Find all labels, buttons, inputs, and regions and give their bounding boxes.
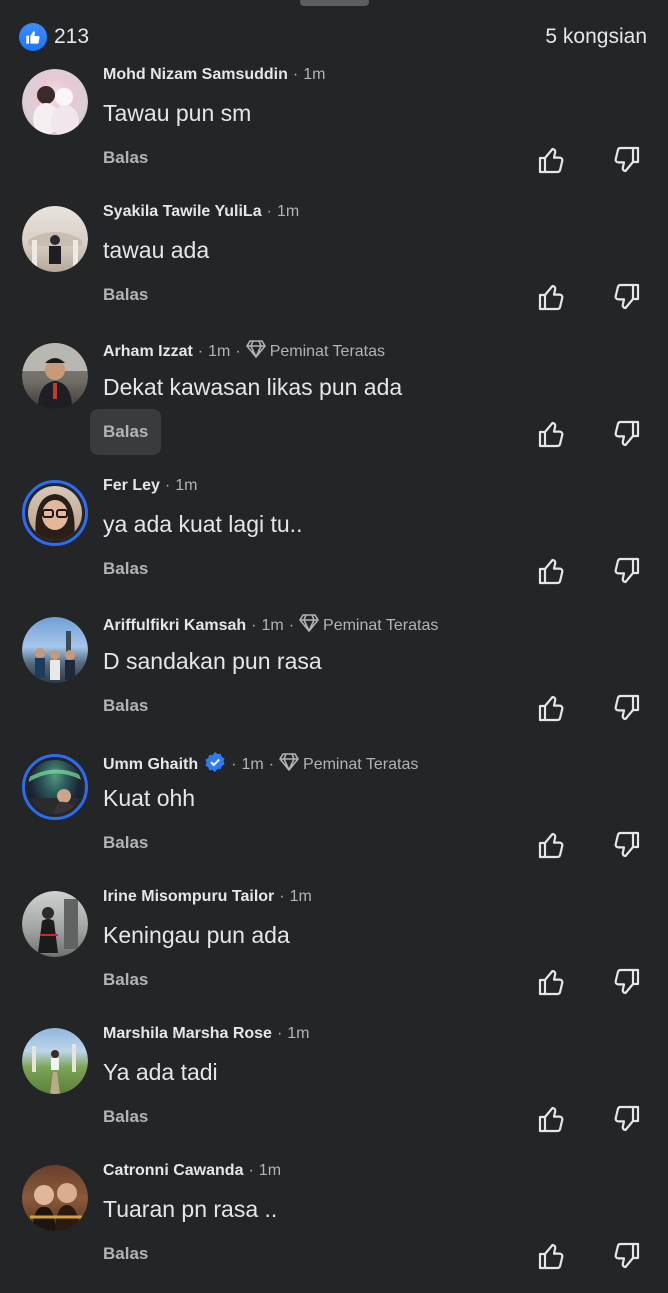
thumbs-up-icon[interactable] (535, 281, 567, 318)
comment: Irine Misompuru Tailor · 1m Keningau pun … (0, 882, 668, 1019)
comment: Umm Ghaith · 1m · Peminat Teratas Kuat oh… (0, 745, 668, 882)
reply-button[interactable]: Balas (103, 148, 148, 168)
comment-time: 1m (289, 888, 312, 905)
top-fan-badge: Peminat Teratas (303, 755, 419, 773)
comment-time: 1m (303, 66, 326, 83)
comment-text: D sandakan pun rasa (103, 648, 322, 674)
thumbs-up-icon[interactable] (535, 555, 567, 592)
diamond-icon (299, 614, 319, 637)
avatar[interactable] (22, 480, 88, 546)
like-reaction-icon[interactable] (19, 23, 47, 51)
verified-badge-icon (204, 751, 226, 778)
thumbs-down-icon[interactable] (611, 692, 643, 729)
sheet-drag-handle[interactable] (300, 0, 369, 6)
comment-text: Tuaran pn rasa .. (103, 1196, 278, 1222)
top-fan-badge: Peminat Teratas (323, 616, 439, 634)
thumbs-up-icon[interactable] (535, 829, 567, 866)
reply-button[interactable]: Balas (103, 696, 148, 716)
comment-time: 1m (258, 1162, 282, 1179)
thumbs-down-icon[interactable] (611, 1240, 643, 1277)
commenter-name[interactable]: Fer Ley (103, 477, 160, 495)
comment: Catronni Cawanda · 1m Tuaran pn rasa .. B… (0, 1156, 668, 1293)
thumbs-down-icon[interactable] (611, 966, 643, 1003)
thumbs-down-icon[interactable] (611, 144, 643, 181)
comment: Mohd Nizam Samsuddin · 1m Tawau pun sm Ba… (0, 60, 668, 197)
avatar[interactable] (22, 1028, 88, 1094)
thumbs-down-icon[interactable] (611, 829, 643, 866)
thumbs-down-icon[interactable] (611, 418, 643, 455)
commenter-name[interactable]: Irine Misompuru Tailor (103, 888, 274, 906)
avatar[interactable] (22, 617, 88, 683)
thumbs-up-icon[interactable] (535, 692, 567, 729)
comment: Ariffulfikri Kamsah · 1m · Peminat Terata… (0, 608, 668, 745)
comment-text: Dekat kawasan likas pun ada (103, 374, 403, 400)
commenter-name[interactable]: Arham Izzat (103, 343, 193, 361)
commenter-name[interactable]: Umm Ghaith (103, 756, 198, 774)
reply-button[interactable]: Balas (103, 1244, 148, 1264)
commenter-name[interactable]: Ariffulfikri Kamsah (103, 617, 246, 635)
commenter-name[interactable]: Syakila Tawile YuliLa (103, 203, 262, 221)
thumbs-up-icon[interactable] (535, 966, 567, 1003)
comment-text: Ya ada tadi (103, 1059, 218, 1085)
commenter-name[interactable]: Catronni Cawanda (103, 1162, 243, 1180)
comment: Syakila Tawile YuliLa · 1m tawau ada Bala… (0, 197, 668, 334)
comment-time: 1m (261, 616, 284, 634)
thumbs-down-icon[interactable] (611, 281, 643, 318)
avatar[interactable] (22, 343, 88, 409)
comment: Arham Izzat · 1m · Peminat Teratas Dekat … (0, 334, 668, 471)
comment: Marshila Marsha Rose · 1m Ya ada tadi Bal… (0, 1019, 668, 1156)
thumbs-up-icon[interactable] (535, 144, 567, 181)
commenter-name[interactable]: Marshila Marsha Rose (103, 1025, 272, 1043)
comment-time: 1m (287, 1025, 310, 1042)
avatar[interactable] (22, 754, 88, 820)
avatar[interactable] (22, 69, 88, 135)
thumbs-up-icon[interactable] (535, 1240, 567, 1277)
comment-list: Mohd Nizam Samsuddin · 1m Tawau pun sm Ba… (0, 60, 668, 1293)
comment-text: ya ada kuat lagi tu.. (103, 511, 303, 537)
thumbs-up-icon[interactable] (535, 418, 567, 455)
top-fan-badge: Peminat Teratas (269, 342, 386, 360)
comment-text: Kuat ohh (103, 785, 196, 811)
comment-text: Keningau pun ada (103, 922, 290, 948)
thumbs-down-icon[interactable] (611, 555, 643, 592)
reaction-count[interactable]: 213 (54, 25, 89, 49)
comment-text: Tawau pun sm (103, 100, 252, 126)
reply-button[interactable]: Balas (103, 422, 148, 442)
comment-time: 1m (241, 755, 264, 773)
reply-button[interactable]: Balas (103, 970, 148, 990)
comment-time: 1m (276, 203, 300, 220)
diamond-icon (279, 753, 299, 776)
reply-button[interactable]: Balas (103, 1107, 148, 1127)
reply-button[interactable]: Balas (103, 559, 148, 579)
reply-button[interactable]: Balas (103, 833, 148, 853)
comment-text: tawau ada (103, 237, 210, 263)
comment: Fer Ley · 1m ya ada kuat lagi tu.. Balas (0, 471, 668, 608)
reply-button[interactable]: Balas (103, 285, 148, 305)
avatar[interactable] (22, 206, 88, 272)
thumbs-up-icon[interactable] (535, 1103, 567, 1140)
comment-time: 1m (208, 342, 231, 360)
shares-count[interactable]: 5 kongsian (545, 25, 647, 49)
commenter-name[interactable]: Mohd Nizam Samsuddin (103, 66, 288, 84)
avatar[interactable] (22, 1165, 88, 1231)
thumbs-down-icon[interactable] (611, 1103, 643, 1140)
diamond-icon (245, 340, 266, 363)
reactions-header: 213 5 kongsian (0, 18, 668, 58)
avatar[interactable] (22, 891, 88, 957)
comment-time: 1m (175, 477, 198, 494)
